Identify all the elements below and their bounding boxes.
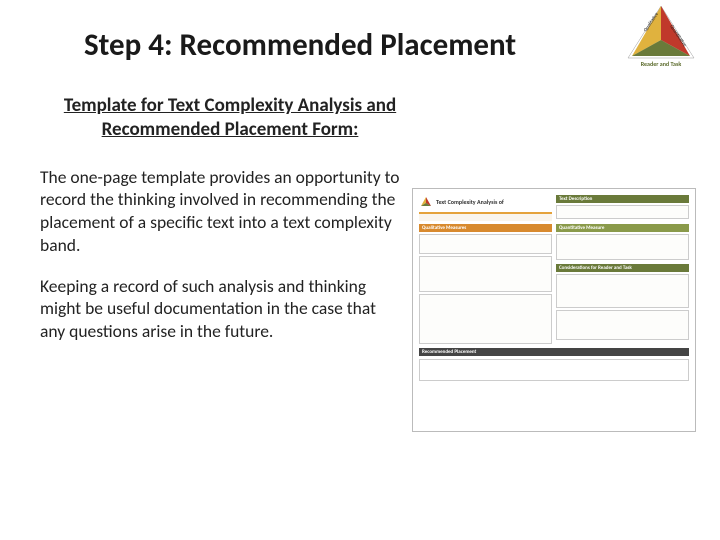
- complexity-triangle-logo: Qualitative Quantitative Reader and Task: [622, 4, 700, 72]
- thumb-reader-box-2: [556, 310, 689, 340]
- thumb-text-description-bar: Text Description: [556, 195, 689, 203]
- body-column: The one-page template provides an opport…: [40, 166, 400, 343]
- thumb-quantitative-bar: Quantitative Measure: [556, 224, 689, 232]
- thumb-quant-box: [556, 234, 689, 260]
- thumb-recommended-bar: Recommended Placement: [419, 348, 689, 356]
- thumb-recommended-box: [419, 359, 689, 381]
- mini-triangle-icon: [419, 196, 433, 208]
- subtitle-text: Template for Text Complexity Analysis an…: [64, 94, 396, 141]
- svg-text:Reader and Task: Reader and Task: [641, 60, 682, 68]
- thumb-text-description-box: [556, 205, 689, 219]
- triangle-icon: Qualitative Quantitative Reader and Task: [622, 4, 700, 72]
- paragraph-2: Keeping a record of such analysis and th…: [40, 275, 400, 343]
- thumb-title: Text Complexity Analysis of: [436, 198, 504, 206]
- thumb-reader-box-1: [556, 274, 689, 308]
- template-subtitle: Template for Text Complexity Analysis an…: [60, 94, 400, 142]
- thumb-qualitative-bar: Qualitative Measures: [419, 224, 552, 232]
- paragraph-1: The one-page template provides an opport…: [40, 166, 400, 257]
- slide-title: Step 4: Recommended Placement: [84, 26, 680, 64]
- template-thumbnail: Text Complexity Analysis of Text Descrip…: [412, 188, 696, 432]
- thumb-qual-box-1: [419, 234, 552, 254]
- thumb-qual-box-2: [419, 256, 552, 292]
- thumb-qual-box-3: [419, 294, 552, 344]
- thumb-band: [419, 212, 552, 221]
- thumb-reader-task-bar: Considerations for Reader and Task: [556, 264, 689, 272]
